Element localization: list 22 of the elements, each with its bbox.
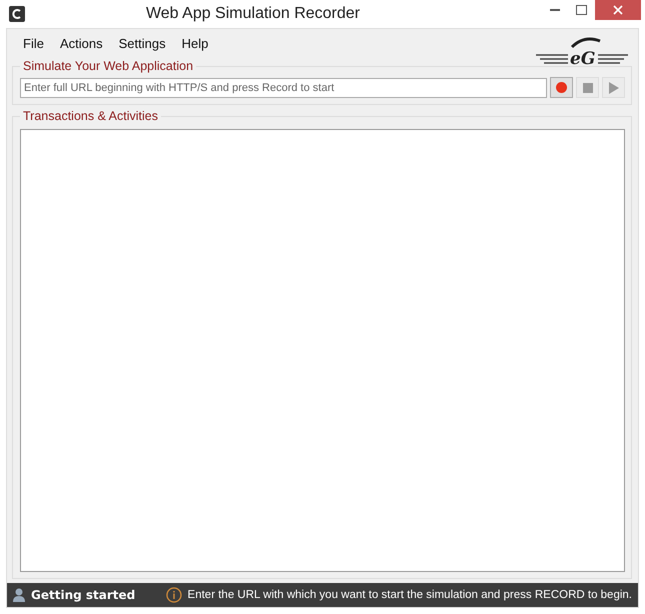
logo: eG: [534, 33, 630, 67]
minimize-icon: [550, 9, 560, 11]
record-icon: [556, 82, 567, 93]
group-title: Transactions & Activities: [22, 109, 160, 123]
menu-item[interactable]: Settings: [110, 36, 174, 50]
maximize-icon: [576, 5, 587, 15]
window-title: Web App Simulation Recorder: [144, 5, 362, 23]
stop-icon: [582, 82, 592, 92]
status-title: Getting started: [31, 588, 136, 602]
menu-item[interactable]: Actions: [52, 36, 111, 50]
user-icon: [13, 588, 25, 602]
url-field[interactable]: Enter full URL beginning with HTTP/S and press Record to start: [20, 78, 547, 98]
close-icon: [613, 5, 623, 15]
play-icon: [608, 82, 618, 94]
menu-item[interactable]: Help: [174, 36, 216, 50]
menu-item[interactable]: File: [15, 36, 52, 50]
status-message: Enter the URL with which you want to start the simulation and press RECORD to begin.: [188, 589, 632, 601]
group-title: Simulate Your Web Application: [22, 59, 194, 73]
app-icon: [9, 6, 25, 22]
record-button[interactable]: [550, 77, 573, 98]
close-button[interactable]: [595, 0, 641, 20]
info-icon: [166, 587, 182, 603]
